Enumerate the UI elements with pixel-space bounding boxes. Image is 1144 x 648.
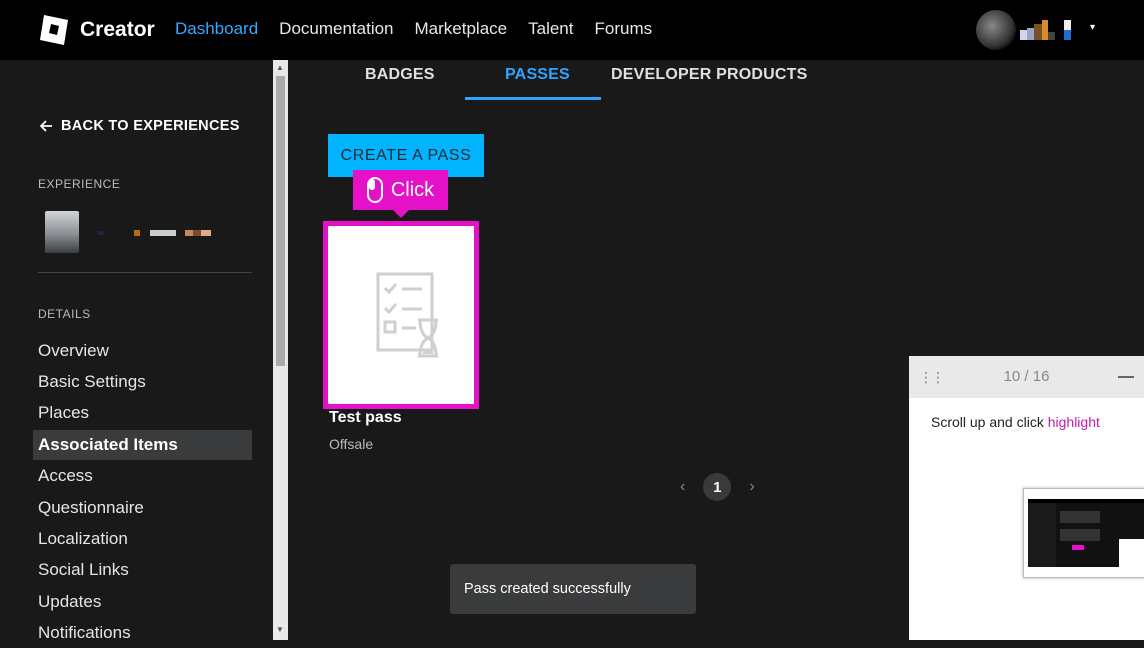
top-nav: Creator Dashboard Documentation Marketpl…: [0, 0, 1144, 60]
back-label: BACK TO EXPERIENCES: [61, 118, 240, 134]
active-tab-indicator: [465, 97, 601, 100]
sidebar-item-notifications[interactable]: Notifications: [38, 618, 252, 648]
previous-page-icon[interactable]: ‹: [680, 478, 685, 496]
preview-image: [1024, 489, 1144, 577]
experience-section-label: EXPERIENCE: [38, 177, 121, 191]
nav-documentation[interactable]: Documentation: [279, 19, 393, 39]
sidebar: BACK TO EXPERIENCES EXPERIENCE DETAILS O…: [0, 60, 273, 642]
scroll-down-icon[interactable]: ▼: [276, 625, 284, 634]
mouse-icon: [366, 177, 383, 203]
sidebar-item-basic-settings[interactable]: Basic Settings: [38, 367, 252, 397]
nav-marketplace[interactable]: Marketplace: [415, 19, 508, 39]
scroll-up-icon[interactable]: ▲: [276, 63, 284, 72]
sidebar-item-social-links[interactable]: Social Links: [38, 555, 252, 585]
nav-dashboard[interactable]: Dashboard: [175, 19, 258, 39]
pass-thumbnail: [331, 229, 471, 401]
success-toast: Pass created successfully: [450, 564, 696, 614]
details-section-label: DETAILS: [38, 307, 91, 321]
pass-placeholder-icon: [376, 272, 438, 358]
sidebar-item-questionnaire[interactable]: Questionnaire: [38, 493, 252, 523]
experience-name-redacted-icon: [98, 230, 211, 236]
pass-card[interactable]: [323, 221, 479, 409]
sidebar-item-access[interactable]: Access: [38, 461, 252, 491]
user-avatar[interactable]: [976, 10, 1016, 50]
arrow-left-icon: [40, 120, 52, 132]
sidebar-divider: [38, 272, 252, 273]
tutorial-guide-panel: ⋮⋮ 10 / 16 Scroll up and click highlight: [909, 356, 1144, 640]
step-counter: 10 / 16: [1003, 368, 1050, 385]
main-nav-links: Dashboard Documentation Marketplace Tale…: [175, 19, 652, 39]
sidebar-item-places[interactable]: Places: [38, 398, 252, 428]
sidebar-item-localization[interactable]: Localization: [38, 524, 252, 554]
brand-name[interactable]: Creator: [80, 18, 155, 42]
click-hint-label: Click: [390, 178, 435, 201]
nav-talent[interactable]: Talent: [528, 19, 573, 39]
sidebar-item-updates[interactable]: Updates: [38, 587, 252, 617]
sidebar-item-overview[interactable]: Overview: [38, 336, 252, 366]
roblox-logo-icon[interactable]: [38, 13, 70, 47]
experience-thumbnail[interactable]: [45, 211, 79, 253]
next-page-icon[interactable]: ›: [749, 478, 754, 496]
back-to-experiences-link[interactable]: BACK TO EXPERIENCES: [40, 118, 240, 134]
sidebar-item-associated-items[interactable]: Associated Items: [33, 430, 252, 460]
sidebar-scrollbar[interactable]: ▲ ▼: [273, 60, 288, 640]
pass-name[interactable]: Test pass: [329, 409, 402, 427]
username-redacted-icon[interactable]: [1020, 20, 1080, 40]
guide-text-before: Scroll up and click: [931, 414, 1048, 430]
item-tabs: BADGES PASSES DEVELOPER PRODUCTS: [288, 60, 1144, 102]
page-number-button[interactable]: 1: [703, 473, 732, 501]
account-dropdown-icon[interactable]: ▾: [1090, 22, 1095, 33]
tab-passes[interactable]: PASSES: [505, 66, 570, 84]
pagination: ‹ 1 ›: [680, 473, 755, 501]
tab-badges[interactable]: BADGES: [365, 66, 435, 84]
guide-instruction: Scroll up and click highlight: [931, 414, 1100, 430]
guide-header[interactable]: ⋮⋮ 10 / 16: [909, 356, 1144, 398]
minimize-icon[interactable]: [1118, 376, 1134, 378]
guide-text-highlight[interactable]: highlight: [1048, 414, 1100, 430]
guide-preview-screenshot[interactable]: [1023, 488, 1144, 578]
scrollbar-thumb[interactable]: [276, 76, 285, 366]
nav-forums[interactable]: Forums: [595, 19, 653, 39]
pass-status: Offsale: [329, 436, 374, 452]
click-hint-tooltip: Click: [353, 170, 448, 218]
tab-developer-products[interactable]: DEVELOPER PRODUCTS: [611, 66, 808, 84]
